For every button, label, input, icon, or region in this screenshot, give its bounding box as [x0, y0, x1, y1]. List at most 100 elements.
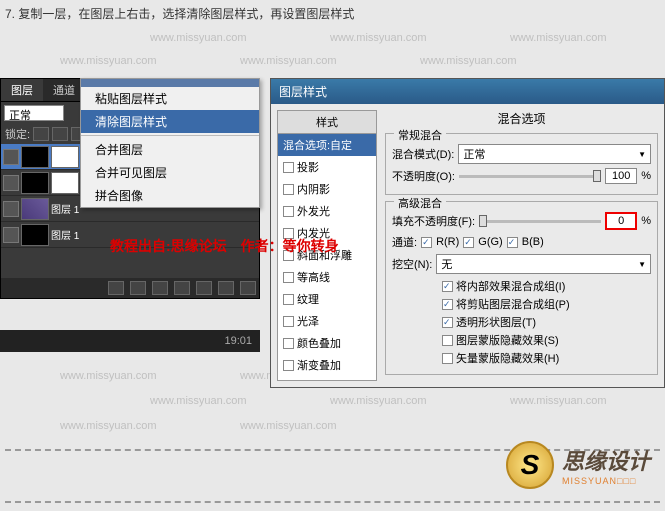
watermark: www.missyuan.com	[240, 55, 337, 67]
chevron-down-icon: ▼	[638, 150, 646, 159]
layer-thumb[interactable]	[21, 172, 49, 194]
style-contour[interactable]: 等高线	[278, 266, 376, 288]
trash-icon[interactable]	[240, 281, 256, 295]
instruction-text: 7. 复制一层，在图层上右击，选择清除图层样式，再设置图层样式	[5, 5, 354, 22]
opacity-slider[interactable]	[459, 175, 601, 178]
watermark: www.missyuan.com	[60, 420, 157, 432]
ctx-clear-style[interactable]: 清除图层样式	[81, 110, 259, 133]
percent-label: %	[641, 170, 651, 182]
logo-sub-text: MISSYUAN□□□	[562, 476, 650, 486]
adv-check-label: 将剪贴图层混合成组(P)	[456, 296, 570, 312]
checkbox[interactable]	[442, 353, 453, 364]
layer-thumb[interactable]	[21, 224, 49, 246]
opacity-label: 不透明度(O):	[392, 168, 455, 184]
checkbox[interactable]	[283, 162, 294, 173]
layer-name: 图层 1	[51, 227, 79, 242]
logo-icon: S	[506, 441, 554, 489]
checkbox[interactable]	[283, 316, 294, 327]
fx-icon[interactable]	[130, 281, 146, 295]
fill-opacity-label: 填充不透明度(F):	[392, 213, 475, 229]
visibility-icon[interactable]	[3, 201, 19, 217]
layer-thumb[interactable]	[21, 198, 49, 220]
checkbox[interactable]	[442, 335, 453, 346]
styles-header: 样式	[278, 111, 376, 134]
folder-icon[interactable]	[196, 281, 212, 295]
divider	[5, 501, 660, 503]
style-satin[interactable]: 光泽	[278, 310, 376, 332]
context-menu: 粘贴图层样式 清除图层样式 合并图层 合并可见图层 拼合图像	[80, 78, 260, 208]
style-color-overlay[interactable]: 颜色叠加	[278, 332, 376, 354]
visibility-icon[interactable]	[3, 227, 19, 243]
fill-opacity-slider[interactable]	[479, 220, 601, 223]
checkbox[interactable]	[283, 272, 294, 283]
watermark: www.missyuan.com	[60, 55, 157, 67]
fill-opacity-value[interactable]: 0	[605, 212, 637, 230]
checkbox[interactable]	[283, 206, 294, 217]
layer-mask[interactable]	[51, 172, 79, 194]
checkbox[interactable]	[442, 299, 453, 310]
tab-channels[interactable]: 通道	[43, 79, 85, 101]
blend-mode-dropdown[interactable]: 正常▼	[458, 144, 651, 164]
lock-paint-icon[interactable]	[52, 127, 68, 141]
watermark: www.missyuan.com	[330, 395, 427, 407]
lock-transparent-icon[interactable]	[33, 127, 49, 141]
logo-main-text: 思缘设计	[562, 444, 650, 476]
watermark: www.missyuan.com	[150, 32, 247, 44]
adv-check-label: 将内部效果混合成组(I)	[456, 278, 565, 294]
normal-blend-group: 常规混合 混合模式(D): 正常▼ 不透明度(O): 100 %	[385, 133, 658, 195]
new-layer-icon[interactable]	[218, 281, 234, 295]
adv-check-label: 透明形状图层(T)	[456, 314, 536, 330]
checkbox[interactable]	[283, 294, 294, 305]
ctx-merge-layers[interactable]: 合并图层	[81, 138, 259, 161]
watermark: www.missyuan.com	[60, 370, 157, 382]
checkbox[interactable]	[442, 317, 453, 328]
checkbox[interactable]	[283, 184, 294, 195]
ctx-flatten[interactable]: 拼合图像	[81, 184, 259, 207]
style-texture[interactable]: 纹理	[278, 288, 376, 310]
taskbar: 19:01	[0, 330, 260, 352]
dialog-title: 图层样式	[271, 79, 664, 104]
ctx-merge-visible[interactable]: 合并可见图层	[81, 161, 259, 184]
checkbox[interactable]	[442, 281, 453, 292]
blend-mode-label: 混合模式(D):	[392, 146, 454, 162]
watermark: www.missyuan.com	[510, 395, 607, 407]
watermark: www.missyuan.com	[420, 55, 517, 67]
credit-text: 教程出自:思缘论坛 作者：等你转身	[110, 236, 339, 256]
opacity-value[interactable]: 100	[605, 168, 637, 184]
checkbox[interactable]	[283, 338, 294, 349]
layer-style-dialog: 图层样式 样式 混合选项:自定 投影 内阴影 外发光 内发光 斜面和浮雕 等高线…	[270, 78, 665, 388]
watermark: www.missyuan.com	[330, 32, 427, 44]
style-gradient-overlay[interactable]: 渐变叠加	[278, 354, 376, 376]
style-drop-shadow[interactable]: 投影	[278, 156, 376, 178]
group-label: 常规混合	[394, 127, 446, 143]
visibility-icon[interactable]	[3, 149, 19, 165]
checkbox[interactable]	[283, 360, 294, 371]
blend-mode-select[interactable]: 正常	[4, 105, 64, 121]
visibility-icon[interactable]	[3, 175, 19, 191]
ctx-paste-style[interactable]: 粘贴图层样式	[81, 87, 259, 110]
style-blend-options[interactable]: 混合选项:自定	[278, 134, 376, 156]
channel-b-checkbox[interactable]	[507, 237, 518, 248]
layer-thumb[interactable]	[21, 146, 49, 168]
tab-layers[interactable]: 图层	[1, 79, 43, 101]
link-icon[interactable]	[108, 281, 124, 295]
knockout-label: 挖空(N):	[392, 256, 432, 272]
panel-bottom	[1, 278, 259, 298]
layer-mask[interactable]	[51, 146, 79, 168]
style-outer-glow[interactable]: 外发光	[278, 200, 376, 222]
style-inner-shadow[interactable]: 内阴影	[278, 178, 376, 200]
adjustment-icon[interactable]	[174, 281, 190, 295]
watermark: www.missyuan.com	[510, 32, 607, 44]
channel-r-checkbox[interactable]	[421, 237, 432, 248]
advanced-blend-group: 高级混合 填充不透明度(F): 0 % 通道: R(R) G(G) B(B) 挖…	[385, 201, 658, 375]
adv-check-label: 矢量蒙版隐藏效果(H)	[456, 350, 559, 366]
watermark: www.missyuan.com	[150, 395, 247, 407]
chevron-down-icon: ▼	[638, 260, 646, 269]
percent-label: %	[641, 215, 651, 227]
watermark: www.missyuan.com	[240, 420, 337, 432]
adv-check-label: 图层蒙版隐藏效果(S)	[456, 332, 559, 348]
knockout-dropdown[interactable]: 无▼	[436, 254, 651, 274]
channel-g-checkbox[interactable]	[463, 237, 474, 248]
lock-label: 锁定:	[5, 126, 30, 142]
mask-icon[interactable]	[152, 281, 168, 295]
